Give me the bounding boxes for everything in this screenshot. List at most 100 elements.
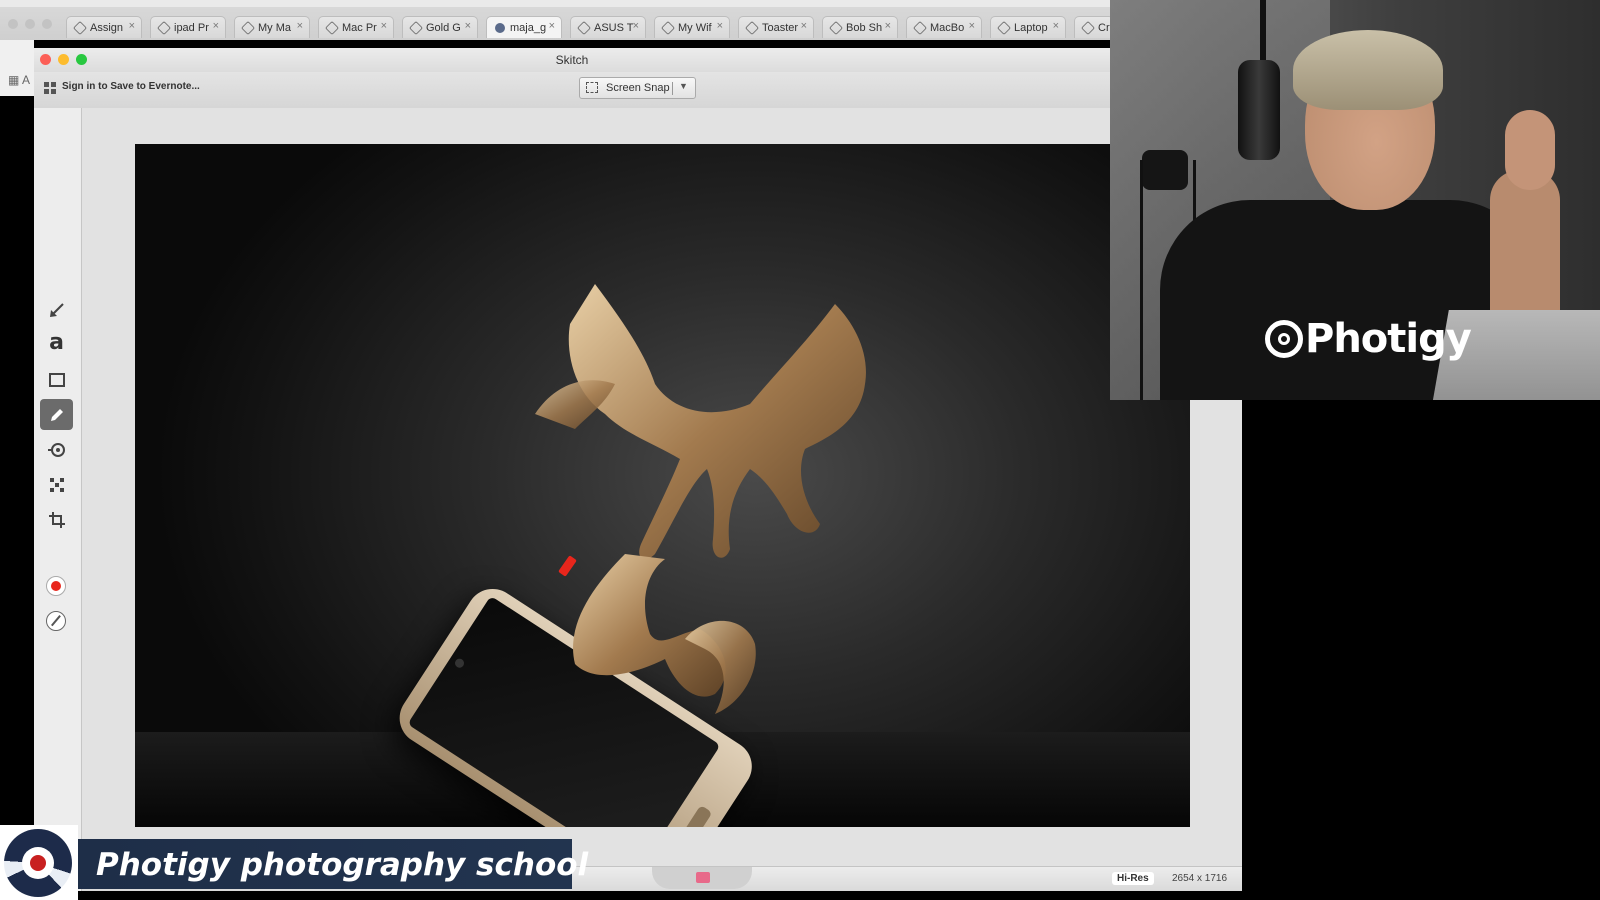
window-title: Skitch [555, 53, 589, 67]
hi-res-badge[interactable]: Hi-Res [1112, 872, 1154, 885]
tab-label: My Ma [258, 21, 291, 34]
evernote-grid-icon [44, 82, 56, 94]
tab-label: maja_g [510, 21, 547, 34]
lower-third-title-box: Photigy photography school [78, 839, 588, 889]
close-tab-icon[interactable]: × [885, 20, 891, 32]
crop-icon [48, 511, 65, 528]
apps-icon[interactable]: ▦ A [8, 73, 30, 87]
close-tab-icon[interactable]: × [801, 20, 807, 32]
browser-zoom-dot[interactable] [42, 19, 52, 29]
browser-tab[interactable]: ASUS T × [570, 16, 646, 38]
tab-label: Mac Pr [342, 21, 377, 34]
close-tab-icon[interactable]: × [381, 20, 387, 32]
browser-tab[interactable]: Laptop × [990, 16, 1066, 38]
tab-favicon-icon [576, 20, 592, 35]
tab-favicon-icon [156, 20, 172, 35]
arrow-tool[interactable] [40, 294, 73, 325]
pencil-tool[interactable] [40, 399, 73, 430]
tab-label: Bob Sh [846, 21, 883, 34]
file-drag-icon [696, 872, 710, 883]
tab-favicon-icon [744, 20, 760, 35]
browser-tab[interactable]: Mac Pr × [318, 16, 394, 38]
skitch-toolbar: Sign in to Save to Evernote... Screen Sn… [34, 72, 1110, 109]
tab-favicon-icon [912, 20, 928, 35]
tab-label: Gold G [426, 21, 461, 34]
browser-close-dot[interactable] [8, 19, 18, 29]
text-tool[interactable]: a [40, 329, 73, 360]
close-tab-icon[interactable]: × [549, 20, 555, 32]
menu-bar [0, 0, 1110, 7]
rectangle-icon [48, 372, 65, 387]
screen-snap-icon [586, 82, 598, 93]
divider [672, 82, 673, 95]
size-slash-icon [50, 615, 61, 626]
browser-tab[interactable]: Cr [1074, 16, 1114, 38]
text-tool-icon: a [49, 330, 64, 355]
apps-label: A [22, 73, 31, 87]
liquid-gold-horse [535, 284, 866, 714]
shirt-logo-text: Photigy [1305, 316, 1472, 362]
tab-favicon-icon [72, 20, 88, 35]
lower-third: Photigy photography school [0, 825, 588, 900]
tool-sidebar: a [34, 108, 82, 891]
tab-label: ipad Pr [174, 21, 209, 34]
presenter-hand [1505, 110, 1555, 190]
crop-tool[interactable] [40, 504, 73, 535]
pencil-icon [50, 408, 63, 421]
shirt-logo: Photigy [1265, 316, 1472, 362]
close-tab-icon[interactable]: × [465, 20, 471, 32]
browser-tab[interactable]: Gold G × [402, 16, 478, 38]
close-tab-icon[interactable]: × [717, 20, 723, 32]
screen-snap-label: Screen Snap [606, 82, 670, 94]
pixelate-tool[interactable] [40, 469, 73, 500]
tab-favicon-icon [828, 20, 844, 35]
browser-tab[interactable]: Assign × [66, 16, 142, 38]
tab-favicon-icon [495, 22, 505, 33]
close-tab-icon[interactable]: × [129, 20, 135, 32]
sign-in-evernote-link[interactable]: Sign in to Save to Evernote... [62, 81, 200, 92]
browser-tab-bar: Assign × ipad Pr × My Ma × Mac Pr × Gold G × maja_… [0, 0, 1114, 40]
browser-tab[interactable]: Bob Sh × [822, 16, 898, 38]
rectangle-tool[interactable] [40, 364, 73, 395]
stamp-tool[interactable] [40, 434, 73, 465]
stamp-icon [47, 442, 65, 457]
browser-window-controls [8, 19, 52, 29]
tab-favicon-icon [1080, 20, 1096, 35]
phone-home-button [683, 804, 713, 827]
photigy-aperture-logo [0, 825, 78, 900]
pixelate-icon [49, 477, 64, 492]
drag-to-share-handle[interactable] [652, 867, 752, 889]
stroke-size-picker[interactable] [46, 611, 66, 631]
browser-tab[interactable]: Toaster × [738, 16, 814, 38]
chevron-down-icon[interactable]: ▼ [679, 81, 688, 91]
close-tab-icon[interactable]: × [213, 20, 219, 32]
close-tab-icon[interactable]: × [633, 20, 639, 32]
close-tab-icon[interactable]: × [1053, 20, 1059, 32]
lower-third-title: Photigy photography school [96, 847, 589, 883]
tab-favicon-icon [324, 20, 340, 35]
browser-minimize-dot[interactable] [25, 19, 35, 29]
tab-favicon-icon [240, 20, 256, 35]
microphone [1238, 60, 1280, 160]
image-dimensions: 2654 x 1716 [1172, 873, 1228, 884]
tab-favicon-icon [996, 20, 1012, 35]
tab-list: Assign × ipad Pr × My Ma × Mac Pr × Gold G × maja_… [66, 16, 1122, 38]
skitch-title-bar: Skitch [34, 48, 1110, 73]
tab-label: Assign [90, 21, 124, 34]
bookmarks-bar: ▦ A [0, 40, 34, 96]
tab-favicon-icon [408, 20, 424, 35]
browser-tab[interactable]: My Ma × [234, 16, 310, 38]
color-picker[interactable] [46, 576, 66, 596]
close-tab-icon[interactable]: × [297, 20, 303, 32]
annotated-image[interactable] [135, 144, 1190, 827]
screen-snap-button[interactable]: Screen Snap ▼ [579, 77, 696, 99]
tab-label: My Wif [678, 21, 712, 34]
browser-tab[interactable]: ipad Pr × [150, 16, 226, 38]
webcam-overlay: Photigy [1110, 0, 1600, 400]
presenter-hair [1293, 30, 1443, 110]
browser-tab[interactable]: My Wif × [654, 16, 730, 38]
browser-tab[interactable]: maja_g × [486, 16, 562, 38]
close-tab-icon[interactable]: × [969, 20, 975, 32]
red-color-dot [51, 581, 61, 591]
browser-tab[interactable]: MacBo × [906, 16, 982, 38]
